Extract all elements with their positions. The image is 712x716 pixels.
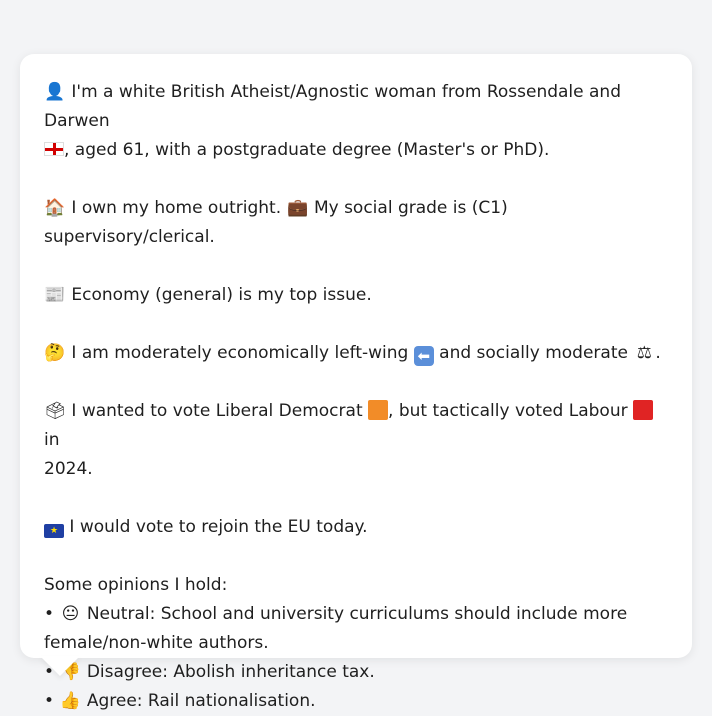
opinion-text-continued: female/non-white authors. — [44, 633, 269, 653]
home-paragraph: 🏠 I own my home outright. 💼 My social gr… — [44, 194, 668, 252]
labour-color-square-icon — [632, 400, 653, 420]
identity-text-2: , aged 61, with a postgraduate degree (M… — [64, 140, 550, 160]
person-silhouette-icon: 👤 — [44, 82, 66, 102]
identity-text-1: I'm a white British Atheist/Agnostic wom… — [44, 82, 622, 131]
neutral-face-icon: 😐 — [61, 604, 80, 624]
opinion-text: Disagree: Abolish inheritance tax. — [86, 662, 375, 682]
position-text-2: and socially moderate — [439, 343, 628, 363]
eu-paragraph: ★ I would vote to rejoin the EU today. — [44, 513, 668, 542]
briefcase-icon: 💼 — [286, 198, 309, 218]
opinions-section: Some opinions I hold: • 😐 Neutral: Schoo… — [44, 571, 668, 716]
thinking-face-icon: 🤔 — [44, 343, 66, 363]
issue-text: Economy (general) is my top issue. — [71, 285, 372, 305]
balance-scale-icon: ⚖ — [636, 343, 652, 363]
bullet: • — [44, 691, 55, 711]
vote-text-1: I wanted to vote Liberal Democrat — [71, 401, 363, 421]
newspaper-icon: 📰 — [44, 285, 66, 305]
vote-text-2: , but tactically voted Labour — [388, 401, 628, 421]
eu-text: I would vote to rejoin the EU today. — [69, 517, 368, 537]
house-icon: 🏠 — [44, 198, 66, 218]
libdem-color-square-icon — [368, 400, 389, 420]
england-flag-icon — [44, 142, 64, 156]
opinion-text: Agree: Rail nationalisation. — [86, 691, 316, 711]
opinion-text: Neutral: School and university curriculu… — [86, 604, 628, 624]
identity-paragraph: 👤 I'm a white British Atheist/Agnostic w… — [44, 78, 668, 165]
left-arrow-icon: ⬅ — [413, 346, 434, 366]
vote-text-3: in — [44, 430, 60, 450]
vote-text-4: 2024. — [44, 459, 93, 479]
speech-bubble-tail — [40, 656, 80, 676]
position-text-3: . — [655, 343, 661, 363]
opinion-item: • 👎 Disagree: Abolish inheritance tax. — [44, 658, 668, 687]
persona-card: 👤 I'm a white British Atheist/Agnostic w… — [20, 54, 692, 711]
ballot-box-icon: 🗳 — [44, 401, 66, 421]
bullet: • — [44, 604, 55, 624]
opinions-heading: Some opinions I hold: — [44, 575, 228, 595]
position-paragraph: 🤔 I am moderately economically left-wing… — [44, 339, 668, 368]
home-text-1: I own my home outright. — [71, 198, 282, 218]
opinion-item: • 😐 Neutral: School and university curri… — [44, 600, 668, 629]
position-text-1: I am moderately economically left-wing — [71, 343, 409, 363]
eu-flag-icon: ★ — [44, 524, 64, 538]
vote-paragraph: 🗳 I wanted to vote Liberal Democrat , bu… — [44, 397, 668, 484]
issue-paragraph: 📰 Economy (general) is my top issue. — [44, 281, 668, 310]
